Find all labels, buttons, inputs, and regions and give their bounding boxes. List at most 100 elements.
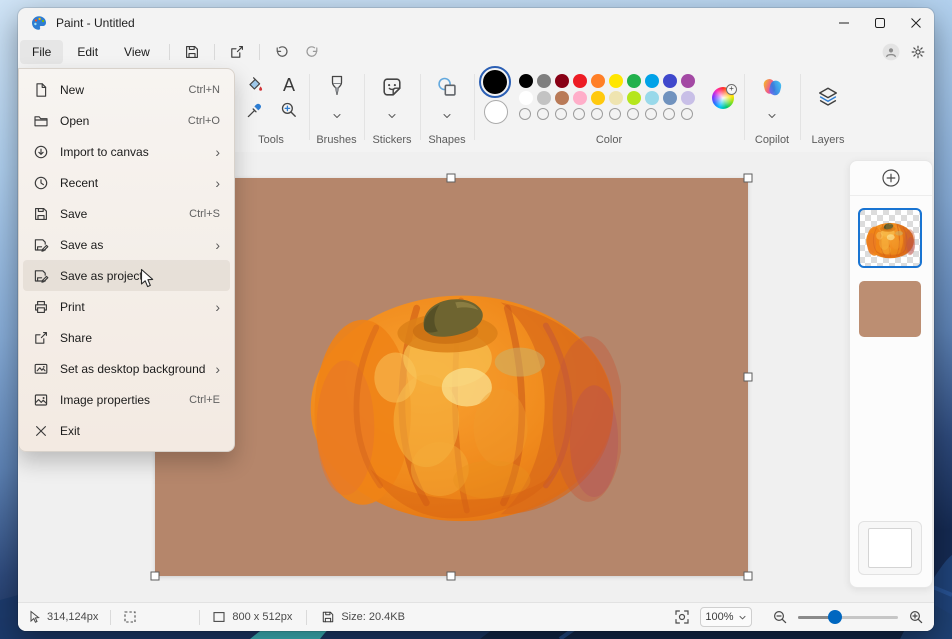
file-menu-item[interactable]: Share bbox=[23, 322, 230, 353]
fit-to-screen-button[interactable] bbox=[674, 609, 690, 625]
undo-button[interactable] bbox=[267, 40, 297, 64]
custom-color-slot[interactable] bbox=[681, 108, 693, 120]
custom-color-slot[interactable] bbox=[645, 108, 657, 120]
canvas-resize-handle-right[interactable] bbox=[744, 373, 753, 382]
color-swatch[interactable] bbox=[555, 91, 569, 105]
custom-color-slot[interactable] bbox=[663, 108, 675, 120]
brushes-button[interactable] bbox=[317, 70, 357, 104]
canvas-resize-handle-top[interactable] bbox=[447, 174, 456, 183]
shapes-button[interactable] bbox=[427, 70, 467, 104]
color-swatch[interactable] bbox=[645, 91, 659, 105]
menubar-divider bbox=[259, 44, 260, 60]
zoom-level-dropdown[interactable]: 100% bbox=[700, 607, 752, 627]
layers-panel bbox=[849, 160, 933, 588]
menu-item-label: Print bbox=[60, 300, 85, 314]
settings-gear-icon[interactable] bbox=[910, 44, 926, 60]
cursor-icon bbox=[28, 610, 41, 624]
file-size-icon bbox=[321, 610, 335, 624]
stickers-button[interactable] bbox=[372, 70, 412, 104]
color-swatch[interactable] bbox=[627, 91, 641, 105]
color-swatch[interactable] bbox=[609, 74, 623, 88]
copilot-dropdown-chevron[interactable] bbox=[760, 108, 784, 124]
text-tool-button[interactable]: A bbox=[276, 73, 302, 97]
canvas-resize-handle-bottom-right[interactable] bbox=[744, 572, 753, 581]
custom-color-slot[interactable] bbox=[555, 108, 567, 120]
color-swatch[interactable] bbox=[537, 74, 551, 88]
custom-color-slot[interactable] bbox=[519, 108, 531, 120]
custom-color-slot[interactable] bbox=[591, 108, 603, 120]
color-swatch[interactable] bbox=[591, 91, 605, 105]
color-swatch[interactable] bbox=[519, 74, 533, 88]
statusbar-divider bbox=[110, 610, 111, 625]
file-menu-item[interactable]: Import to canvas › bbox=[23, 136, 230, 167]
file-menu-item[interactable]: Save as › bbox=[23, 229, 230, 260]
layer-thumbnail-background-color[interactable] bbox=[859, 281, 921, 337]
layers-button[interactable] bbox=[808, 80, 848, 114]
color-swatch[interactable] bbox=[663, 91, 677, 105]
menubar-item[interactable]: View bbox=[112, 40, 162, 64]
canvas-resize-handle-top-right[interactable] bbox=[744, 174, 753, 183]
color-swatch[interactable] bbox=[645, 74, 659, 88]
share-button[interactable] bbox=[222, 40, 252, 64]
minimize-button[interactable] bbox=[826, 8, 862, 38]
file-menu-item[interactable]: Recent › bbox=[23, 167, 230, 198]
menu-item-icon bbox=[33, 423, 49, 439]
color-swatch[interactable] bbox=[573, 74, 587, 88]
close-button[interactable] bbox=[898, 8, 934, 38]
copilot-group: Copilot bbox=[745, 66, 799, 152]
menu-item-label: New bbox=[60, 83, 84, 97]
edit-colors-button[interactable]: + bbox=[712, 87, 734, 109]
file-menu-item[interactable]: Print › bbox=[23, 291, 230, 322]
stickers-dropdown-chevron[interactable] bbox=[380, 108, 404, 124]
custom-color-slot[interactable] bbox=[537, 108, 549, 120]
custom-color-slot[interactable] bbox=[609, 108, 621, 120]
file-menu-item[interactable]: Exit bbox=[23, 415, 230, 446]
custom-color-slot[interactable] bbox=[627, 108, 639, 120]
color-swatch[interactable] bbox=[519, 91, 533, 105]
color-swatch[interactable] bbox=[663, 74, 677, 88]
primary-color-swatch[interactable] bbox=[483, 70, 507, 94]
canvas-resize-handle-bottom[interactable] bbox=[447, 572, 456, 581]
custom-color-slot[interactable] bbox=[573, 108, 585, 120]
color-swatch[interactable] bbox=[627, 74, 641, 88]
zoom-slider[interactable] bbox=[798, 610, 898, 624]
color-swatch[interactable] bbox=[681, 91, 695, 105]
account-icon[interactable] bbox=[882, 43, 900, 61]
color-swatch[interactable] bbox=[681, 74, 695, 88]
zoom-slider-thumb[interactable] bbox=[828, 610, 842, 624]
color-swatch[interactable] bbox=[591, 74, 605, 88]
stickers-group-label: Stickers bbox=[365, 134, 419, 146]
save-button[interactable] bbox=[177, 40, 207, 64]
file-menu-item[interactable]: Set as desktop background › bbox=[23, 353, 230, 384]
copilot-button[interactable] bbox=[752, 70, 792, 104]
magnifier-tool-button[interactable] bbox=[276, 98, 302, 122]
menu-item-shortcut: Ctrl+E bbox=[189, 394, 220, 406]
shapes-dropdown-chevron[interactable] bbox=[435, 108, 459, 124]
color-swatch[interactable] bbox=[555, 74, 569, 88]
secondary-color-swatch[interactable] bbox=[484, 100, 508, 124]
color-swatch[interactable] bbox=[609, 91, 623, 105]
menubar-item[interactable]: File bbox=[20, 40, 63, 64]
maximize-button[interactable] bbox=[862, 8, 898, 38]
zoom-in-button[interactable] bbox=[908, 609, 924, 625]
chevron-right-icon: › bbox=[215, 362, 220, 376]
menu-item-icon bbox=[33, 330, 49, 346]
layer-thumbnail-pumpkin[interactable] bbox=[859, 209, 921, 267]
zoom-out-button[interactable] bbox=[772, 609, 788, 625]
drawing-canvas[interactable] bbox=[155, 178, 748, 576]
color-swatch[interactable] bbox=[573, 91, 587, 105]
file-menu-item[interactable]: Open Ctrl+O bbox=[23, 105, 230, 136]
color-picker-tool-button[interactable] bbox=[242, 98, 268, 122]
color-swatch[interactable] bbox=[537, 91, 551, 105]
redo-button[interactable] bbox=[297, 40, 327, 64]
brushes-dropdown-chevron[interactable] bbox=[325, 108, 349, 124]
file-menu-item[interactable]: Save as project bbox=[23, 260, 230, 291]
fill-tool-button[interactable] bbox=[242, 73, 268, 97]
menubar-item[interactable]: Edit bbox=[65, 40, 110, 64]
add-layer-button[interactable] bbox=[879, 166, 903, 190]
canvas-resize-handle-bottom-left[interactable] bbox=[151, 572, 160, 581]
canvas-background-thumbnail[interactable] bbox=[858, 521, 922, 575]
file-menu-item[interactable]: New Ctrl+N bbox=[23, 74, 230, 105]
file-menu-item[interactable]: Image properties Ctrl+E bbox=[23, 384, 230, 415]
file-menu-item[interactable]: Save Ctrl+S bbox=[23, 198, 230, 229]
